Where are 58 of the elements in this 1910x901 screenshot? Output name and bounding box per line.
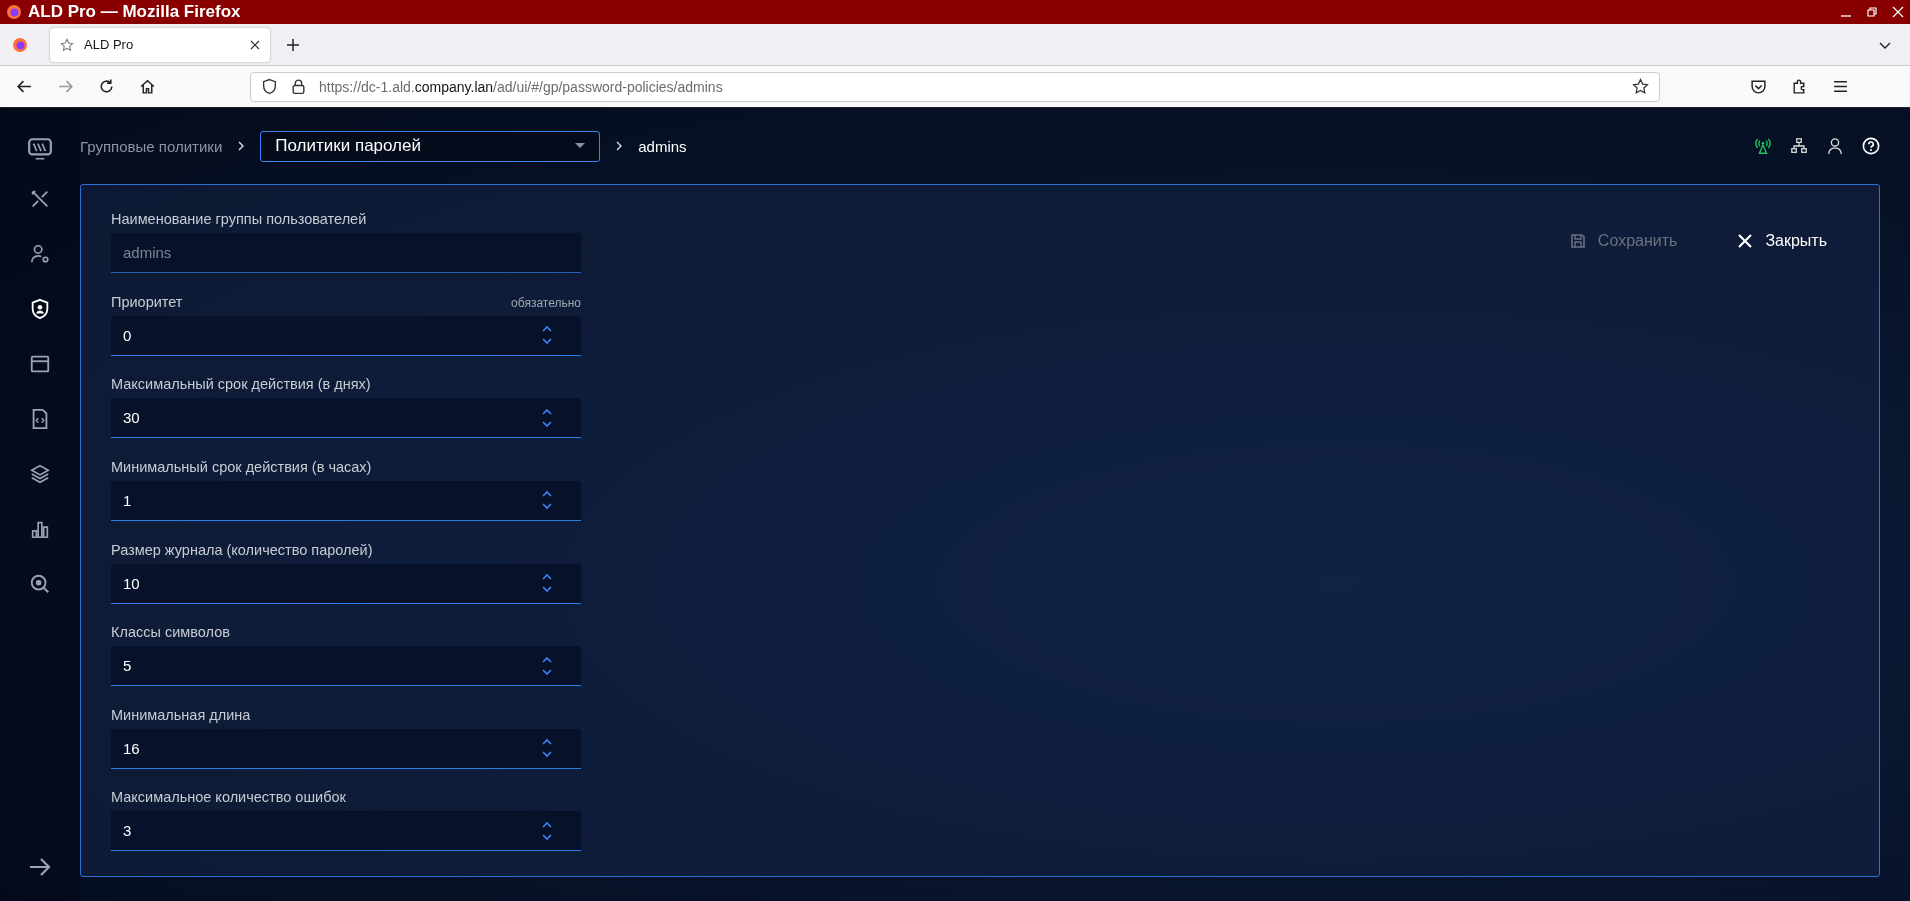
window-title: ALD Pro — Mozilla Firefox: [28, 2, 241, 22]
spinner-arrows-icon[interactable]: [541, 738, 553, 759]
network-icon[interactable]: [1790, 137, 1808, 155]
spinner-arrows-icon[interactable]: [541, 490, 553, 511]
user-icon[interactable]: [1826, 137, 1844, 155]
close-button[interactable]: Закрыть: [1731, 227, 1833, 255]
number-field[interactable]: 30: [111, 398, 581, 439]
close-icon[interactable]: [250, 39, 260, 50]
field-label: Максимальный срок действия (в днях): [111, 376, 371, 393]
restore-icon[interactable]: [1866, 6, 1878, 18]
user-gear-icon[interactable]: [29, 243, 51, 265]
magnifier-icon[interactable]: [29, 573, 51, 595]
field-label: Минимальный срок действия (в часах): [111, 458, 372, 475]
spinner-arrows-icon[interactable]: [541, 407, 553, 428]
number-field[interactable]: 16: [111, 728, 581, 769]
forward-arrow-icon[interactable]: [57, 78, 74, 95]
field-label: Максимальное количество ошибок: [111, 789, 346, 806]
star-icon[interactable]: [1632, 78, 1649, 95]
number-field[interactable]: 0: [111, 315, 581, 356]
layers-icon[interactable]: [29, 463, 51, 485]
field-label: Минимальная длина: [111, 706, 251, 723]
spinner-arrows-icon[interactable]: [541, 820, 553, 841]
star-icon: [60, 37, 74, 52]
spinner-arrows-icon[interactable]: [541, 325, 553, 346]
back-arrow-icon[interactable]: [16, 78, 33, 95]
shield-icon[interactable]: [261, 78, 278, 95]
home-icon[interactable]: [139, 78, 156, 95]
breadcrumb-link[interactable]: Групповые политики: [80, 137, 223, 155]
number-field[interactable]: 1: [111, 480, 581, 521]
required-hint: обязательно: [511, 295, 581, 310]
help-icon[interactable]: [1862, 137, 1880, 155]
url-text: https://dc-1.ald.company.lan/ad/ui/#/gp/password-policies/admins: [319, 78, 723, 95]
reload-icon[interactable]: [98, 78, 115, 95]
new-tab-icon[interactable]: [286, 37, 300, 52]
shield-user-icon[interactable]: [29, 298, 51, 320]
field-label: Наименование группы пользователей: [111, 211, 367, 227]
antenna-icon[interactable]: [1754, 137, 1772, 155]
window-icon[interactable]: [29, 353, 51, 375]
address-bar[interactable]: https://dc-1.ald.company.lan/ad/ui/#/gp/password-policies/admins: [250, 71, 1660, 102]
tab-title: ALD Pro: [84, 37, 135, 52]
number-field[interactable]: 5: [111, 646, 581, 687]
field-label: Размер журнала (количество паролей): [111, 541, 373, 558]
dropdown-caret-icon: [575, 143, 586, 149]
field-label: Классы символов: [111, 624, 230, 641]
lock-icon[interactable]: [290, 78, 307, 95]
spinner-arrows-icon[interactable]: [541, 573, 553, 593]
tools-icon[interactable]: [29, 188, 51, 210]
monitor-icon[interactable]: [27, 136, 53, 162]
browser-tab[interactable]: ALD Pro: [50, 27, 270, 62]
spinner-arrows-icon[interactable]: [541, 655, 553, 676]
pocket-icon[interactable]: [1750, 78, 1767, 95]
policy-type-select[interactable]: Политики паролей: [260, 130, 601, 162]
number-field[interactable]: 3: [111, 811, 581, 852]
number-field[interactable]: 10: [111, 563, 581, 604]
field-label: Приоритет: [111, 293, 183, 310]
menu-icon[interactable]: [1832, 78, 1849, 95]
close-icon: [1737, 233, 1754, 249]
breadcrumb-current: admins: [638, 137, 687, 155]
